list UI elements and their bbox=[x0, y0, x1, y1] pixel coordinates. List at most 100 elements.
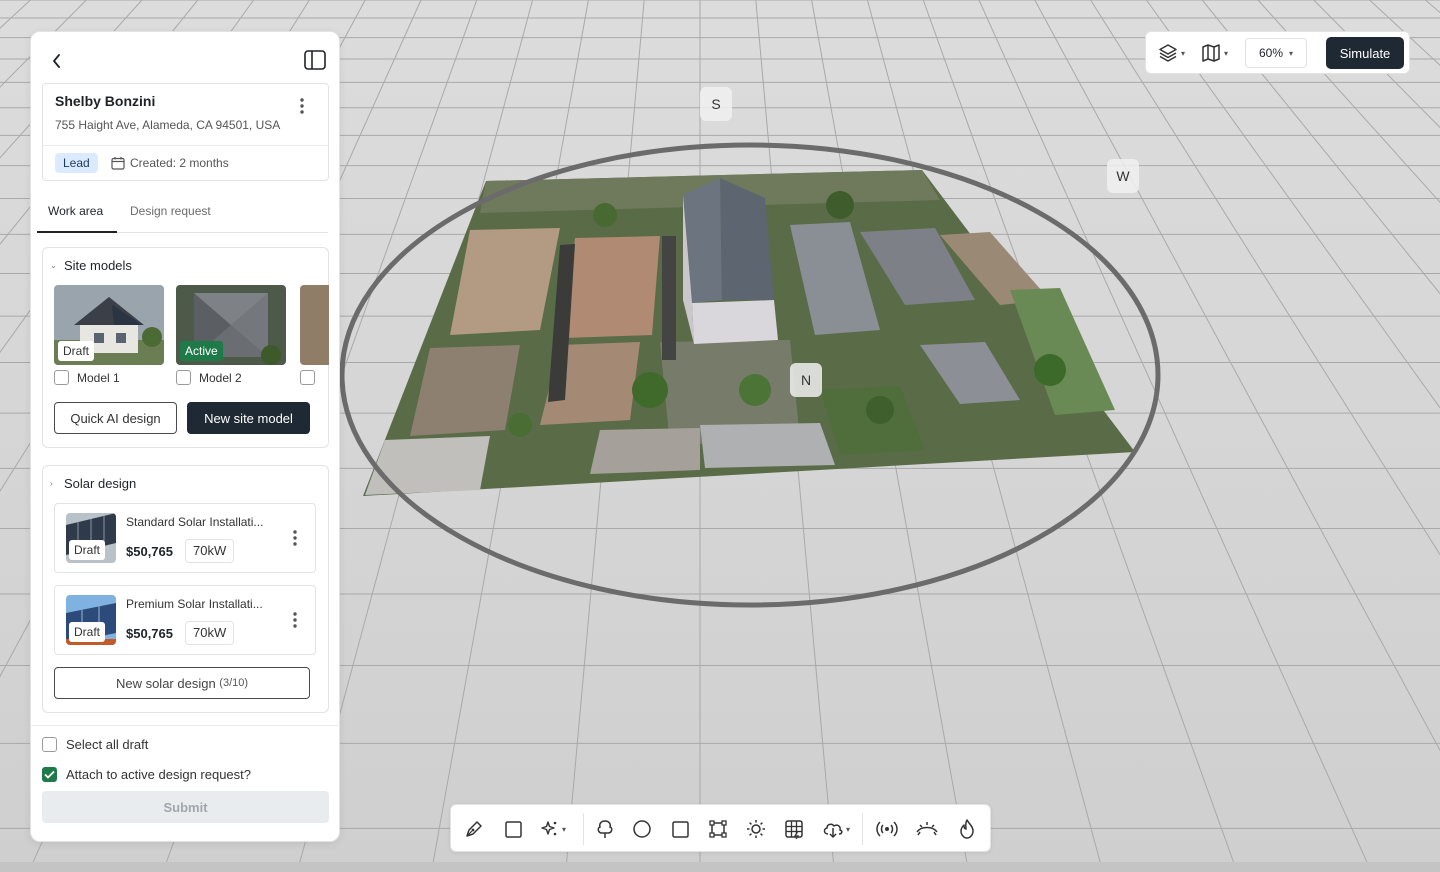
more-vertical-icon bbox=[293, 530, 297, 546]
layers-dropdown[interactable]: ▾ bbox=[1158, 42, 1185, 64]
toolbar-separator bbox=[862, 813, 863, 845]
panel-tabs: Work area Design request bbox=[37, 196, 328, 233]
customer-address: 755 Haight Ave, Alameda, CA 94501, USA bbox=[55, 118, 281, 132]
site-model-card-partial[interactable] bbox=[298, 267, 329, 387]
new-site-model-button[interactable]: New site model bbox=[187, 402, 310, 434]
map-icon bbox=[1202, 44, 1220, 62]
site-models-section: ⌄ Site models Draft Model 1 Active Model… bbox=[42, 247, 329, 448]
select-all-draft-row[interactable]: Select all draft bbox=[42, 737, 148, 752]
model-label: Model 2 bbox=[199, 370, 242, 385]
select-all-draft-label: Select all draft bbox=[66, 737, 149, 752]
zoom-select[interactable]: 60% ▾ bbox=[1245, 38, 1307, 68]
compass-west-marker[interactable]: W bbox=[1107, 159, 1139, 193]
fire-tool-button[interactable] bbox=[957, 818, 977, 840]
solar-design-thumbnail: Draft bbox=[66, 513, 116, 563]
map-dropdown[interactable]: ▾ bbox=[1201, 42, 1228, 64]
rectangle-icon bbox=[505, 821, 522, 838]
sun-tool-button[interactable] bbox=[746, 818, 766, 840]
solar-design-more-button[interactable] bbox=[287, 528, 303, 548]
cloud-download-icon bbox=[823, 823, 843, 839]
cloud-download-dropdown[interactable]: ▾ bbox=[822, 818, 850, 840]
ai-tool-dropdown[interactable]: ▾ bbox=[540, 818, 566, 840]
attach-request-label: Attach to active design request? bbox=[66, 767, 252, 782]
solar-design-capacity: 70kW bbox=[185, 621, 235, 645]
compass-south-marker[interactable]: S bbox=[700, 87, 732, 121]
transform-tool-button[interactable] bbox=[708, 818, 728, 840]
model-label: Model 1 bbox=[77, 370, 120, 385]
square-tool-button[interactable] bbox=[670, 818, 690, 840]
circle-icon bbox=[633, 820, 651, 838]
sparkle-icon bbox=[541, 821, 557, 836]
compass-north-marker[interactable]: N bbox=[790, 363, 822, 397]
created-label: Created: 2 months bbox=[130, 156, 229, 170]
simulate-button[interactable]: Simulate bbox=[1326, 37, 1404, 69]
attach-request-row[interactable]: Attach to active design request? bbox=[42, 767, 251, 782]
solar-design-name: Standard Solar Installati... bbox=[126, 515, 264, 529]
more-vertical-icon bbox=[300, 98, 304, 114]
sun-icon bbox=[747, 820, 765, 838]
model-checkbox[interactable] bbox=[54, 370, 69, 385]
solar-design-card[interactable]: Draft Standard Solar Installati... $50,7… bbox=[54, 503, 316, 573]
chevron-down-icon: ▾ bbox=[1224, 48, 1229, 58]
grid-icon bbox=[785, 820, 803, 839]
solar-design-more-button[interactable] bbox=[287, 610, 303, 630]
customer-name: Shelby Bonzini bbox=[55, 93, 156, 109]
chevron-down-icon: ▾ bbox=[562, 824, 567, 834]
site-model-card[interactable]: Active Model 2 bbox=[176, 285, 286, 385]
square-icon bbox=[672, 821, 689, 838]
toggle-sidebar-button[interactable] bbox=[303, 48, 327, 72]
circle-tool-button[interactable] bbox=[632, 818, 652, 840]
solar-design-card[interactable]: Draft Premium Solar Installati... $50,76… bbox=[54, 585, 316, 655]
solar-design-price: $50,765 bbox=[126, 544, 173, 559]
quick-ai-design-button[interactable]: Quick AI design bbox=[54, 402, 177, 434]
draft-badge: Draft bbox=[58, 341, 95, 361]
new-solar-design-button[interactable]: New solar design (3/10) bbox=[54, 667, 310, 699]
solar-design-name: Premium Solar Installati... bbox=[126, 597, 263, 611]
status-badge: Lead bbox=[55, 153, 98, 173]
site-model-card[interactable]: Draft Model 1 bbox=[54, 285, 164, 385]
toolbar-separator bbox=[583, 813, 584, 845]
tab-work-area[interactable]: Work area bbox=[37, 196, 117, 233]
zoom-value: 60% bbox=[1258, 46, 1283, 60]
pen-tool-button[interactable] bbox=[464, 818, 484, 840]
chevron-down-icon: ▾ bbox=[1289, 48, 1294, 58]
chevron-left-icon bbox=[53, 54, 60, 68]
site-model-thumbnail: Draft bbox=[54, 285, 164, 365]
attach-request-checkbox[interactable] bbox=[42, 767, 57, 782]
site-model-thumbnail: Active bbox=[176, 285, 286, 365]
solar-design-title: Solar design bbox=[64, 476, 137, 491]
sidebar-icon bbox=[304, 50, 326, 70]
layers-icon bbox=[1159, 44, 1177, 62]
chevron-right-icon: › bbox=[50, 479, 53, 488]
horizon-tool-button[interactable] bbox=[915, 818, 939, 840]
tree-icon bbox=[597, 820, 613, 838]
submit-button[interactable]: Submit bbox=[42, 791, 329, 823]
solar-design-toggle[interactable]: › Solar design bbox=[50, 476, 136, 491]
model-checkbox-row[interactable]: Model 1 bbox=[54, 370, 164, 385]
signal-tool-button[interactable] bbox=[875, 818, 899, 840]
solar-design-thumbnail: Draft bbox=[66, 595, 116, 645]
rectangle-tool-button[interactable] bbox=[503, 818, 523, 840]
calendar-icon bbox=[111, 157, 125, 170]
grid-tool-button[interactable] bbox=[784, 818, 804, 840]
active-badge: Active bbox=[180, 341, 223, 361]
solar-design-capacity: 70kW bbox=[185, 539, 235, 563]
transform-icon bbox=[709, 820, 727, 838]
tab-design-request[interactable]: Design request bbox=[119, 196, 222, 233]
site-models-toggle[interactable]: ⌄ Site models bbox=[50, 258, 132, 273]
signal-icon bbox=[876, 821, 898, 837]
chevron-down-icon: ▾ bbox=[846, 824, 851, 834]
draft-badge: Draft bbox=[69, 540, 106, 560]
model-checkbox-row[interactable]: Model 2 bbox=[176, 370, 286, 385]
drawing-toolbar: ▾ ▾ bbox=[450, 804, 991, 852]
model-checkbox[interactable] bbox=[176, 370, 191, 385]
bottom-strip bbox=[0, 862, 1440, 872]
solar-design-price: $50,765 bbox=[126, 626, 173, 641]
tree-tool-button[interactable] bbox=[595, 818, 615, 840]
back-button[interactable] bbox=[45, 49, 69, 73]
select-all-draft-checkbox[interactable] bbox=[42, 737, 57, 752]
customer-more-button[interactable] bbox=[294, 96, 310, 116]
work-area-panel: Shelby Bonzini 755 Haight Ave, Alameda, … bbox=[30, 31, 340, 842]
pen-icon bbox=[466, 821, 482, 837]
more-vertical-icon bbox=[293, 612, 297, 628]
